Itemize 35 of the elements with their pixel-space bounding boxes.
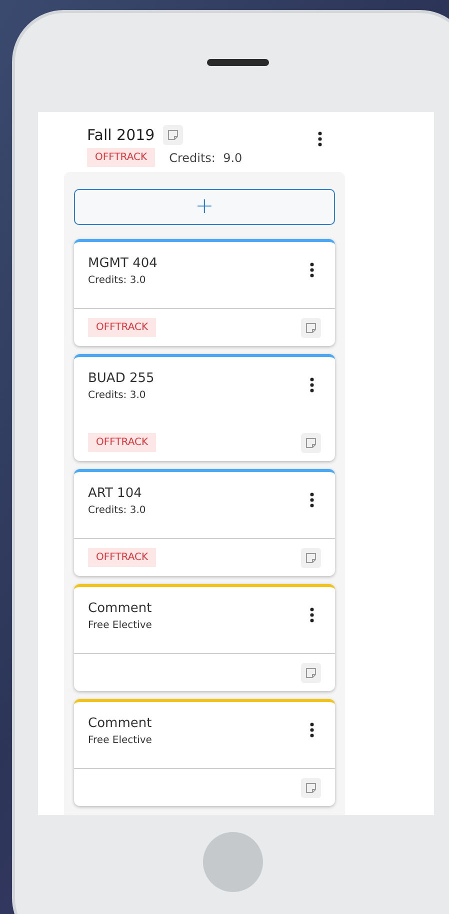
course-card[interactable]: ART 104 Credits: 3.0 OFFTRACK <box>74 469 335 576</box>
course-card[interactable]: MGMT 404 Credits: 3.0 OFFTRACK <box>74 239 335 346</box>
card-subtitle: Free Elective <box>88 735 153 746</box>
status-badge: OFFTRACK <box>88 548 156 567</box>
note-icon[interactable] <box>301 662 321 682</box>
more-options-icon[interactable] <box>317 131 323 147</box>
card-subtitle: Free Elective <box>88 620 153 631</box>
speaker-slot <box>207 59 269 66</box>
more-options-icon[interactable] <box>309 262 315 278</box>
status-badge: OFFTRACK <box>88 318 156 337</box>
course-card[interactable]: BUAD 255 Credits: 3.0 OFFTRACK <box>74 354 335 461</box>
note-icon[interactable] <box>301 778 321 798</box>
note-icon[interactable] <box>301 432 321 452</box>
credits-label: Credits: 9.0 <box>169 150 242 164</box>
more-options-icon[interactable] <box>309 492 315 508</box>
add-button[interactable]: + <box>74 189 335 225</box>
card-title: BUAD 255 <box>88 371 156 386</box>
more-options-icon[interactable] <box>309 607 315 623</box>
card-title: Comment <box>88 716 153 731</box>
more-options-icon[interactable] <box>309 377 315 393</box>
card-subtitle: Credits: 3.0 <box>88 390 147 401</box>
comment-card[interactable]: Comment Free Elective <box>74 584 335 691</box>
note-icon[interactable] <box>301 318 321 338</box>
status-badge: OFFTRACK <box>87 148 156 167</box>
card-title: MGMT 404 <box>88 256 158 271</box>
note-icon[interactable] <box>301 548 321 568</box>
card-title: Comment <box>88 601 153 616</box>
note-icon[interactable] <box>162 125 183 145</box>
card-title: ART 104 <box>88 486 143 501</box>
more-options-icon[interactable] <box>309 722 315 738</box>
term-title: Fall 2019 <box>87 126 155 144</box>
card-subtitle: Credits: 3.0 <box>88 505 147 516</box>
status-badge: OFFTRACK <box>88 433 156 452</box>
comment-card[interactable]: Comment Free Elective <box>74 699 335 806</box>
card-subtitle: Credits: 3.0 <box>88 275 147 286</box>
